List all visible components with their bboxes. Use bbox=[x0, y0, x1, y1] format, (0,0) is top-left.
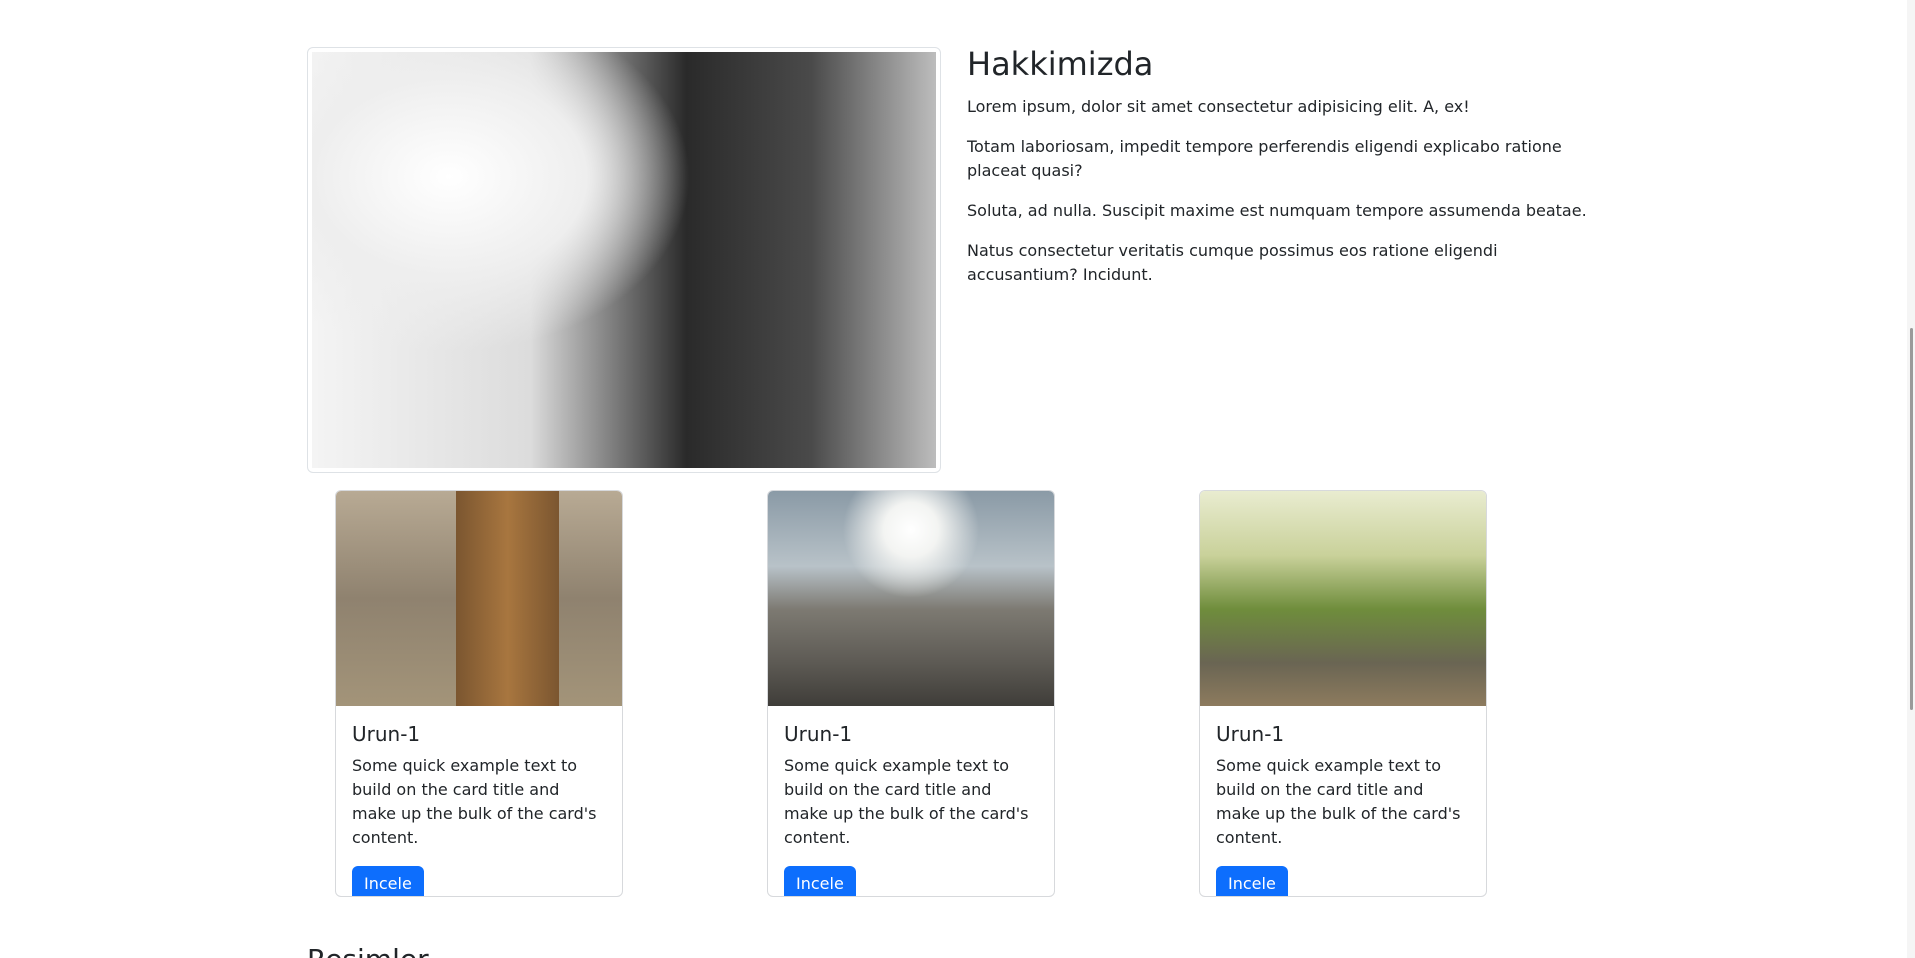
scrollbar-thumb[interactable] bbox=[1910, 328, 1913, 710]
about-paragraph-1: Lorem ipsum, dolor sit amet consectetur … bbox=[967, 97, 1470, 117]
about-image bbox=[312, 52, 936, 468]
card-body: Urun-1 Some quick example text to build … bbox=[768, 706, 1054, 896]
card-image-door bbox=[336, 491, 622, 706]
product-card-1: Urun-1 Some quick example text to build … bbox=[335, 490, 623, 897]
card-image-city bbox=[768, 491, 1054, 706]
section-title-resimler: Resimler bbox=[307, 943, 429, 958]
card-title: Urun-1 bbox=[784, 722, 853, 746]
card-text: Some quick example text to build on the … bbox=[784, 756, 1029, 847]
about-paragraph-4: Natus consectetur veritatis cumque possi… bbox=[967, 241, 1498, 285]
card-text: Some quick example text to build on the … bbox=[1216, 756, 1461, 847]
incele-button-2[interactable]: Incele bbox=[784, 866, 856, 896]
card-title: Urun-1 bbox=[1216, 722, 1285, 746]
card-title: Urun-1 bbox=[352, 722, 421, 746]
about-title: Hakkimizda bbox=[967, 45, 1154, 83]
about-paragraph-3: Soluta, ad nulla. Suscipit maxime est nu… bbox=[967, 201, 1587, 221]
vertical-scrollbar[interactable] bbox=[1907, 0, 1915, 958]
incele-button-3[interactable]: Incele bbox=[1216, 866, 1288, 896]
card-image-railway bbox=[1200, 491, 1486, 706]
product-card-3: Urun-1 Some quick example text to build … bbox=[1199, 490, 1487, 897]
page: Hakkimizda Lorem ipsum, dolor sit amet c… bbox=[0, 0, 1915, 958]
incele-button-1[interactable]: Incele bbox=[352, 866, 424, 896]
about-image-frame bbox=[307, 47, 941, 473]
card-body: Urun-1 Some quick example text to build … bbox=[1200, 706, 1486, 896]
about-section: Hakkimizda Lorem ipsum, dolor sit amet c… bbox=[967, 45, 1587, 303]
product-card-2: Urun-1 Some quick example text to build … bbox=[767, 490, 1055, 897]
about-paragraph-2: Totam laboriosam, impedit tempore perfer… bbox=[967, 137, 1562, 181]
card-body: Urun-1 Some quick example text to build … bbox=[336, 706, 622, 896]
card-text: Some quick example text to build on the … bbox=[352, 756, 597, 847]
